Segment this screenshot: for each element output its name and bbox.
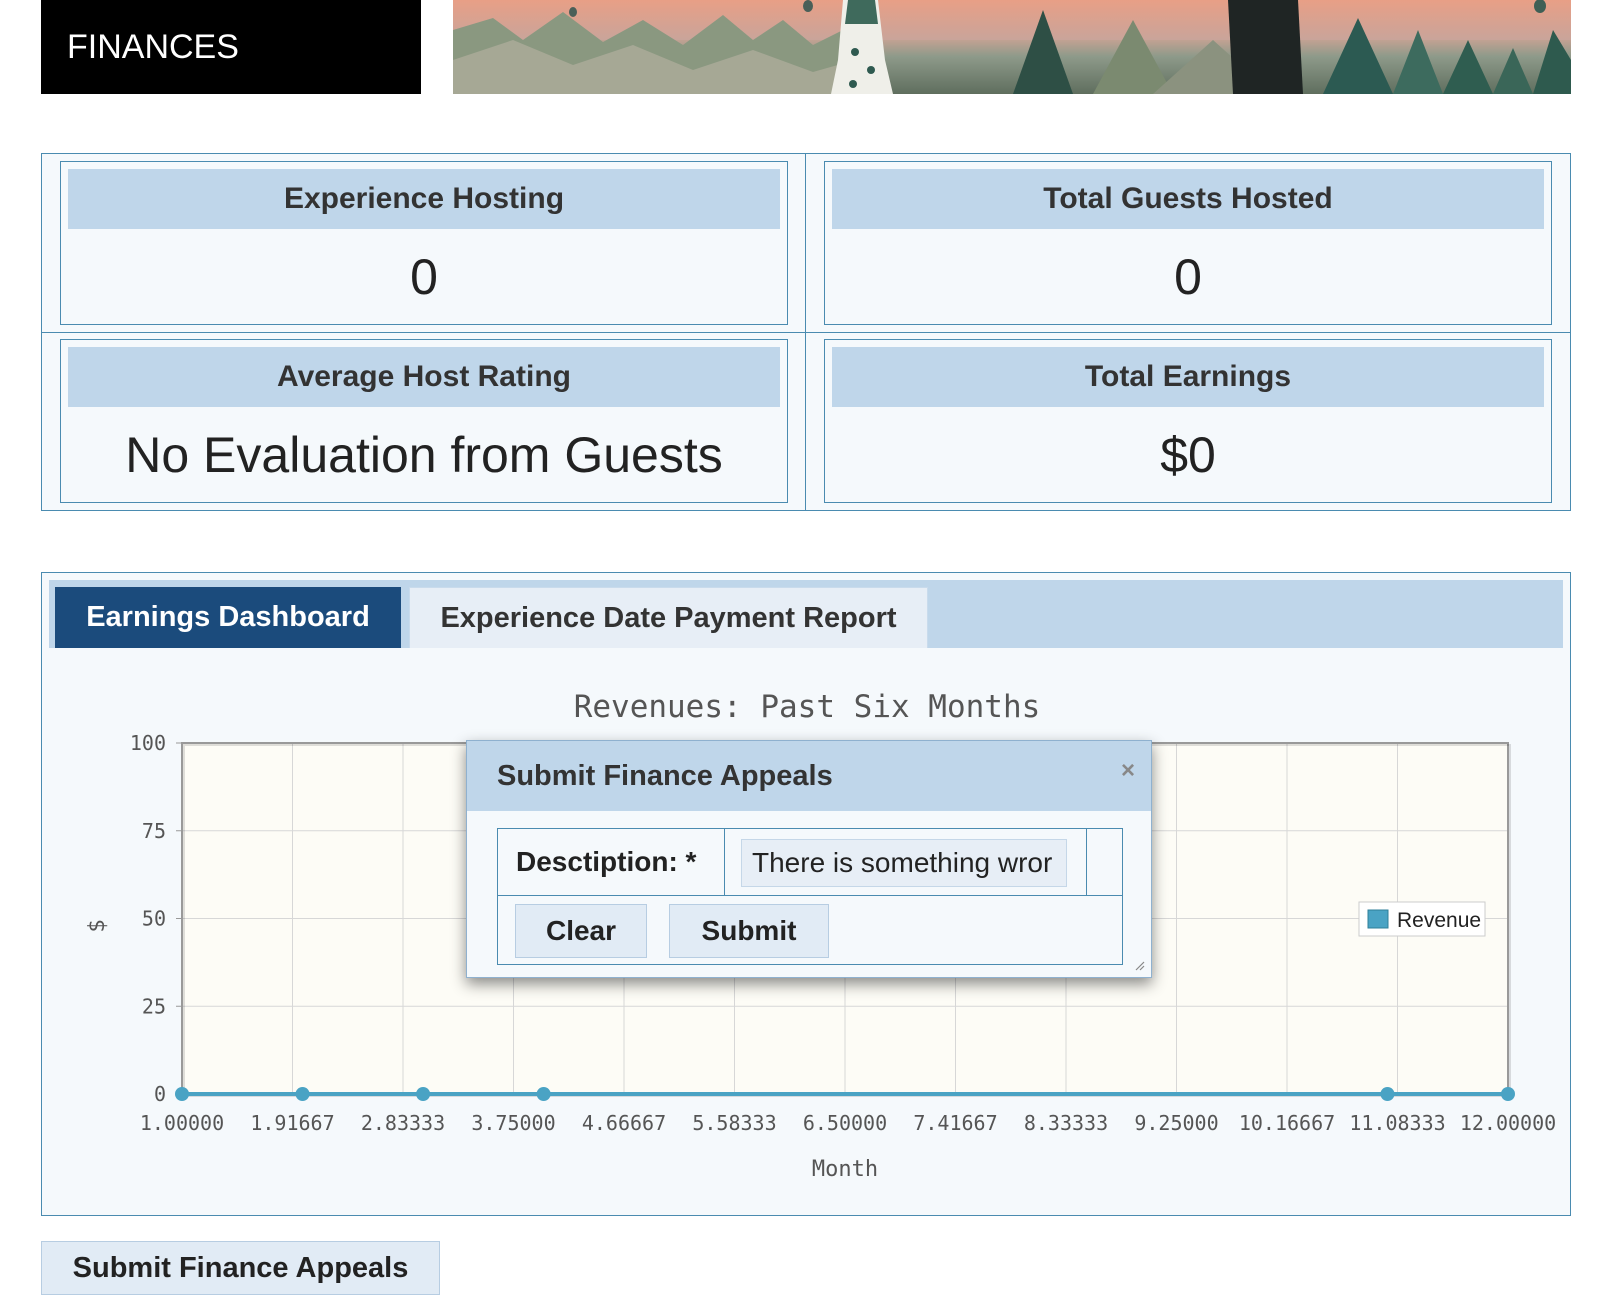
y-tick-label: 100 xyxy=(130,731,166,755)
revenue-data-point xyxy=(295,1087,310,1101)
x-tick-label: 10.16667 xyxy=(1239,1111,1335,1135)
x-tick-label: 7.41667 xyxy=(913,1111,997,1135)
x-axis-label: Month xyxy=(812,1157,878,1182)
y-tick-label: 0 xyxy=(154,1082,166,1106)
x-tick-label: 6.50000 xyxy=(803,1111,887,1135)
form-divider xyxy=(724,829,725,895)
x-tick-label: 4.66667 xyxy=(582,1111,666,1135)
x-tick-label: 8.33333 xyxy=(1024,1111,1108,1135)
legend-label: Revenue xyxy=(1397,909,1481,932)
resize-grip-icon[interactable] xyxy=(1133,959,1145,971)
x-tick-label: 11.08333 xyxy=(1349,1111,1445,1135)
y-axis-label: $ xyxy=(85,919,110,932)
submit-button[interactable]: Submit xyxy=(669,904,829,958)
x-tick-label: 5.58333 xyxy=(692,1111,776,1135)
y-tick-label: 25 xyxy=(142,994,166,1018)
form-divider xyxy=(1086,829,1087,895)
x-tick-label: 2.83333 xyxy=(361,1111,445,1135)
revenue-data-point xyxy=(536,1087,551,1101)
revenue-data-point xyxy=(1501,1087,1515,1101)
submit-finance-appeals-button[interactable]: Submit Finance Appeals xyxy=(41,1241,440,1295)
clear-button[interactable]: Clear xyxy=(515,904,647,958)
chart-title: Revenues: Past Six Months xyxy=(574,689,1041,725)
revenue-data-point xyxy=(1380,1087,1395,1101)
x-tick-label: 1.91667 xyxy=(250,1111,334,1135)
dialog-title: Submit Finance Appeals xyxy=(497,759,833,792)
appeal-form: Desctiption: * Clear Submit xyxy=(497,828,1123,965)
x-tick-label: 3.75000 xyxy=(471,1111,555,1135)
x-tick-label: 12.00000 xyxy=(1460,1111,1556,1135)
revenue-data-point xyxy=(175,1087,189,1101)
close-icon[interactable]: × xyxy=(1121,757,1135,785)
x-tick-label: 9.25000 xyxy=(1134,1111,1218,1135)
dialog-header: Submit Finance Appeals xyxy=(467,741,1151,811)
legend-swatch xyxy=(1367,909,1389,929)
form-divider xyxy=(498,895,1122,896)
x-tick-label: 1.00000 xyxy=(140,1111,224,1135)
description-label: Desctiption: * xyxy=(516,846,697,877)
y-tick-label: 75 xyxy=(142,819,166,843)
revenue-data-point xyxy=(416,1087,431,1101)
y-tick-label: 50 xyxy=(142,907,166,931)
revenue-chart: 1.00000 1.91667 2.83333 3.75000 4.66667 5.583… xyxy=(85,689,1556,1182)
finance-appeals-dialog: Submit Finance Appeals × Desctiption: * … xyxy=(466,740,1152,978)
description-input[interactable] xyxy=(741,839,1067,887)
